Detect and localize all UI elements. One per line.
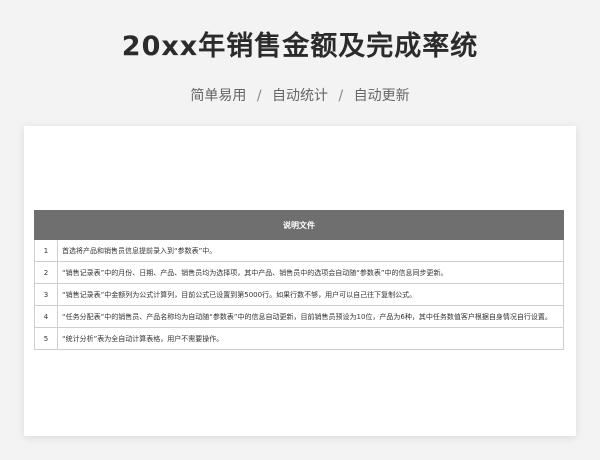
table-row: 2 “销售记录表”中的月份、日期、产品、销售员均为选择项，其中产品、销售员中的选… [34,261,564,284]
subtitle-easy-to-use: 简单易用 [190,88,247,104]
row-text: “统计分析”表为全自动计算表格，用户不需要操作。 [57,327,564,350]
table-row: 1 首选将产品和销售员信息提前录入到“参数表”中。 [34,239,564,262]
table-row: 4 “任务分配表”中的销售员、产品名称均为自动随“参数表”中的信息自动更新，目前… [34,305,564,328]
page: 20xx年销售金额及完成率统 简单易用 / 自动统计 / 自动更新 说明文件 1… [0,0,600,460]
page-subtitle: 简单易用 / 自动统计 / 自动更新 [0,85,600,105]
table-row: 5 “统计分析”表为全自动计算表格，用户不需要操作。 [34,327,564,350]
subtitle-separator: / [338,88,344,104]
subtitle-separator: / [256,88,262,104]
table-row: 3 “销售记录表”中金额列为公式计算列，目前公式已设置到第5000行。如果行数不… [34,283,564,306]
row-number: 1 [34,239,58,262]
page-title: 20xx年销售金额及完成率统 [121,31,479,62]
row-number: 2 [34,261,58,284]
instructions-table: 说明文件 1 首选将产品和销售员信息提前录入到“参数表”中。 2 “销售记录表”… [34,210,564,350]
spreadsheet-preview: 说明文件 1 首选将产品和销售员信息提前录入到“参数表”中。 2 “销售记录表”… [24,126,576,436]
row-text: “任务分配表”中的销售员、产品名称均为自动随“参数表”中的信息自动更新，目前销售… [57,305,564,328]
row-number: 4 [34,305,58,328]
table-header: 说明文件 [34,210,564,240]
subtitle-auto-stats: 自动统计 [272,88,328,104]
row-number: 5 [34,327,58,350]
row-text: 首选将产品和销售员信息提前录入到“参数表”中。 [57,239,564,262]
row-text: “销售记录表”中的月份、日期、产品、销售员均为选择项，其中产品、销售员中的选项会… [57,261,564,284]
subtitle-auto-update: 自动更新 [353,88,410,104]
row-text: “销售记录表”中金额列为公式计算列，目前公式已设置到第5000行。如果行数不够，… [57,283,564,306]
table-header-row: 说明文件 [34,210,564,240]
row-number: 3 [34,283,58,306]
